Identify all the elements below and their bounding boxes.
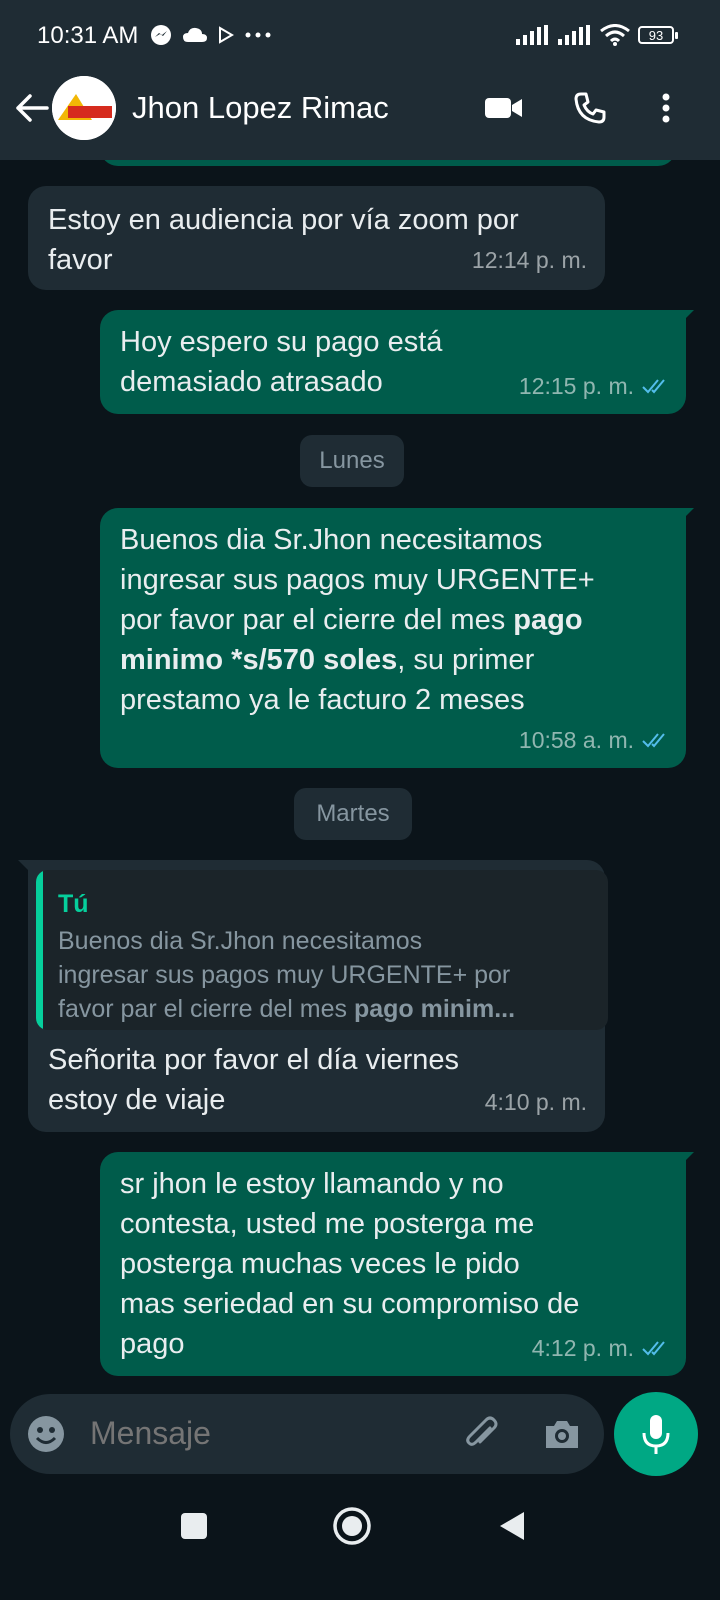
top-bar: 10:31 AM 93 Jhon Lopez Rimac xyxy=(0,0,720,160)
message-text-line: favor xyxy=(48,244,113,276)
message-time: 12:14 p. m. xyxy=(471,247,587,273)
message-text-segment: por favor par el cierre del mes xyxy=(120,604,514,636)
message-time: 10:58 a. m. xyxy=(518,727,634,753)
notification-icons xyxy=(150,20,272,50)
status-time: 10:31 AM xyxy=(37,22,139,49)
message-text-segment: , su primer xyxy=(397,644,535,676)
quote-text-segment: favor par el cierre del mes xyxy=(58,995,354,1023)
quote-author: Tú xyxy=(58,890,89,918)
message-time: 4:12 p. m. xyxy=(531,1335,634,1361)
message-text-line: contesta, usted me posterga me xyxy=(120,1208,535,1240)
message-text-line: estoy de viaje xyxy=(48,1084,226,1116)
back-arrow-icon[interactable] xyxy=(12,88,52,128)
nav-home-icon[interactable] xyxy=(332,1506,372,1546)
message-text-line: Señorita por favor el día viernes xyxy=(48,1044,460,1076)
read-ticks-icon xyxy=(642,733,665,748)
message-text-line: Hoy espero su pago está xyxy=(120,326,443,358)
battery-level: 93 xyxy=(648,27,664,43)
system-nav-bar xyxy=(0,1484,720,1600)
message-text-line: mas seriedad en su compromiso de xyxy=(120,1288,580,1320)
wifi-icon xyxy=(600,24,630,46)
contact-avatar[interactable] xyxy=(52,76,116,140)
quoted-message[interactable]: Tú Buenos dia Sr.Jhon necesitamos ingres… xyxy=(36,870,608,1030)
messenger-icon xyxy=(151,25,171,45)
video-call-icon[interactable] xyxy=(484,88,524,128)
message-text-line: demasiado atrasado xyxy=(120,366,383,398)
calsa-logo xyxy=(52,76,116,140)
message-meta: 12:15 p. m. xyxy=(519,366,670,406)
attach-icon[interactable] xyxy=(462,1414,502,1454)
date-separator: Martes xyxy=(294,788,412,840)
mic-icon[interactable] xyxy=(614,1392,698,1476)
message-text-line: posterga muchas veces le pido xyxy=(120,1248,520,1280)
read-ticks-icon xyxy=(642,1341,665,1356)
camera-icon[interactable] xyxy=(542,1414,582,1454)
system-icons: 93 xyxy=(516,20,678,50)
message-bubble-outgoing[interactable]: Hoy espero su pago está demasiado atrasa… xyxy=(100,310,686,414)
message-bubble-incoming[interactable]: Tú Buenos dia Sr.Jhon necesitamos ingres… xyxy=(28,860,608,1132)
message-text-line: por favor par el cierre del mes pago xyxy=(120,600,595,640)
message-text-line: pago xyxy=(120,1328,185,1360)
message-meta: 4:12 p. m. xyxy=(532,1328,670,1368)
message-time: 4:10 p. m. xyxy=(484,1089,587,1115)
message-input[interactable] xyxy=(88,1414,452,1453)
status-bar: 10:31 AM 93 xyxy=(0,0,720,72)
chat-area[interactable]: Estoy en audiencia por vía zoom por favo… xyxy=(0,160,720,1415)
message-meta: 12:14 p. m. xyxy=(472,240,587,280)
message-bubble-outgoing[interactable]: sr jhon le estoy llamando y no contesta,… xyxy=(100,1152,686,1376)
contact-name[interactable]: Jhon Lopez Rimac xyxy=(132,90,389,126)
quote-bar xyxy=(36,870,43,1030)
message-text-line: minimo *s/570 soles, su primer xyxy=(120,640,595,680)
quote-text-line: favor par el cierre del mes pago minim..… xyxy=(58,992,598,1026)
more-options-icon[interactable] xyxy=(646,88,686,128)
play-store-icon xyxy=(219,26,234,44)
message-text-line: ingresar sus pagos muy URGENTE+ xyxy=(120,564,595,596)
more-notifications-icon xyxy=(245,32,271,38)
quote-bold-text: pago minim... xyxy=(353,995,516,1023)
nav-recents-icon[interactable] xyxy=(174,1506,214,1546)
date-separator: Lunes xyxy=(300,435,404,487)
quote-text-line: Buenos dia Sr.Jhon necesitamos xyxy=(58,927,423,955)
signal-icon-2 xyxy=(558,25,590,45)
chat-header: Jhon Lopez Rimac xyxy=(0,72,720,160)
message-text-line: sr jhon le estoy llamando y no xyxy=(120,1168,504,1200)
signal-icon xyxy=(516,25,548,45)
cloud-icon xyxy=(183,27,207,42)
message-bubble-incoming[interactable]: Estoy en audiencia por vía zoom por favo… xyxy=(28,186,605,290)
message-bubble-partial[interactable] xyxy=(100,160,676,166)
quote-text-line: ingresar sus pagos muy URGENTE+ por xyxy=(58,961,511,989)
message-meta: 10:58 a. m. xyxy=(519,720,670,760)
message-text-line: Estoy en audiencia por vía zoom por xyxy=(48,204,519,236)
quote-text: Buenos dia Sr.Jhon necesitamos ingresar … xyxy=(58,924,598,1026)
message-text-line: prestamo ya le facturo 2 meses xyxy=(120,684,525,716)
message-text-line: Buenos dia Sr.Jhon necesitamos xyxy=(120,524,543,556)
message-bold-text: minimo *s/570 soles xyxy=(120,644,398,676)
emoji-icon[interactable] xyxy=(26,1414,66,1454)
nav-back-icon[interactable] xyxy=(492,1506,532,1546)
message-time: 12:15 p. m. xyxy=(518,373,634,399)
message-composer xyxy=(10,1394,604,1474)
message-meta: 4:10 p. m. xyxy=(485,1082,587,1122)
read-ticks-icon xyxy=(642,379,665,394)
battery-icon: 93 xyxy=(638,26,678,44)
phone-icon[interactable] xyxy=(570,88,610,128)
message-bubble-outgoing[interactable]: Buenos dia Sr.Jhon necesitamos ingresar … xyxy=(100,508,686,768)
message-bold-text: pago xyxy=(513,604,583,636)
